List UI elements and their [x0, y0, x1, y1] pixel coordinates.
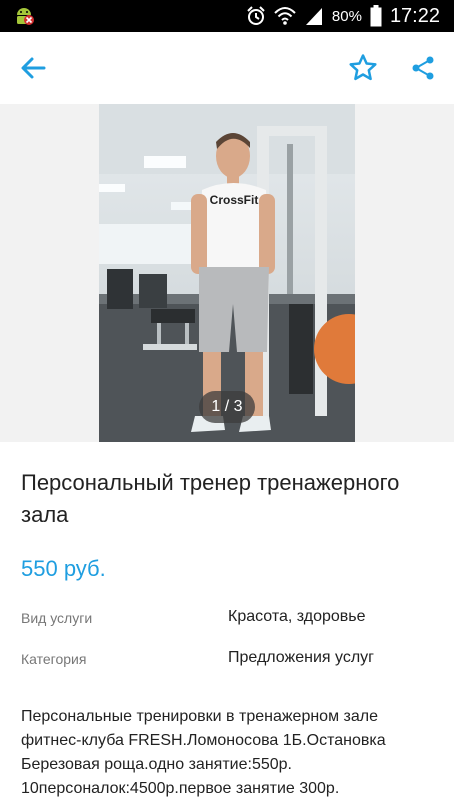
app-bar — [0, 32, 454, 104]
property-label-service-type: Вид услуги — [21, 610, 93, 626]
clock: 17:22 — [389, 4, 440, 27]
back-button[interactable] — [15, 50, 51, 86]
star-icon — [349, 54, 377, 81]
property-label-category: Категория — [21, 651, 87, 667]
photo-gallery[interactable]: CrossFit 1 / 3 — [0, 104, 454, 442]
share-icon — [412, 56, 434, 80]
battery-percent: 80% — [331, 7, 362, 25]
status-bar: 80% 17:22 — [0, 0, 454, 32]
battery-icon — [370, 5, 382, 27]
shirt-logo-text: CrossFit — [210, 193, 259, 207]
android-debug-icon — [17, 8, 34, 25]
favorite-button[interactable] — [345, 50, 381, 86]
property-value-category: Предложения услуг — [228, 649, 374, 666]
page-indicator: 1 / 3 — [199, 391, 255, 423]
listing-price: 550 руб. — [21, 556, 106, 581]
listing-description: Персональные тренировки в тренажерном за… — [21, 708, 386, 797]
wifi-icon — [274, 7, 296, 25]
back-arrow-icon — [21, 57, 46, 79]
listing-title: Персональный тренер тренажерного зала — [21, 470, 400, 527]
share-button[interactable] — [405, 50, 441, 86]
property-value-service-type: Красота, здоровье — [228, 608, 366, 625]
alarm-icon — [247, 6, 265, 25]
signal-icon — [305, 8, 322, 25]
